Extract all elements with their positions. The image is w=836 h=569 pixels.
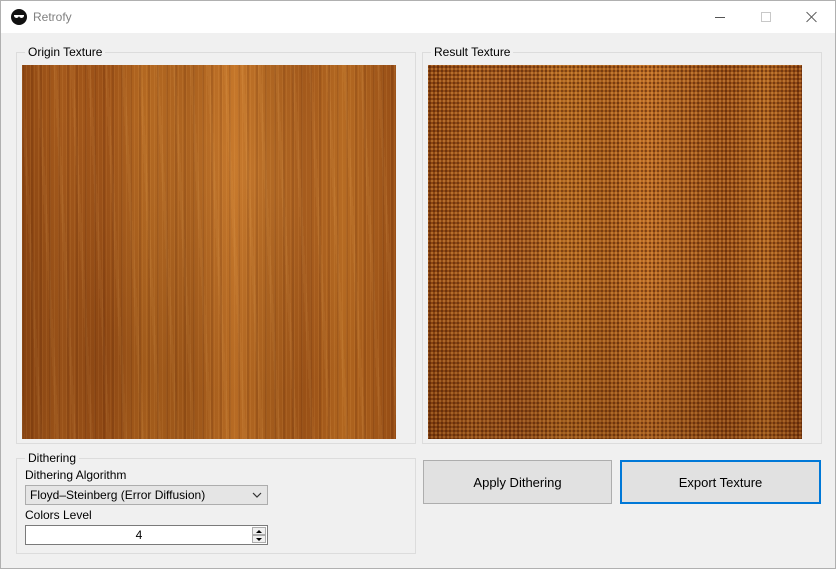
colors-level-label: Colors Level (25, 508, 92, 522)
arrow-up-icon (256, 529, 262, 533)
title-bar[interactable]: Retrofy (1, 1, 835, 33)
colors-level-spinbox[interactable]: 4 (25, 525, 268, 545)
dithering-algorithm-value: Floyd–Steinberg (Error Diffusion) (30, 488, 206, 502)
spin-down-button[interactable] (252, 535, 266, 543)
origin-texture-legend: Origin Texture (25, 45, 106, 59)
maximize-button[interactable] (743, 1, 789, 33)
dithering-group: Dithering Dithering Algorithm Floyd–Stei… (16, 451, 416, 554)
apply-dithering-button[interactable]: Apply Dithering (423, 460, 612, 504)
minimize-button[interactable] (697, 1, 743, 33)
result-texture-group: Result Texture (422, 45, 822, 444)
spin-up-button[interactable] (252, 527, 266, 535)
colors-level-value[interactable]: 4 (26, 528, 252, 542)
app-logo-icon (11, 9, 27, 25)
dithering-algorithm-label: Dithering Algorithm (25, 468, 127, 482)
result-texture-legend: Result Texture (431, 45, 514, 59)
export-texture-button[interactable]: Export Texture (620, 460, 821, 504)
origin-texture-group: Origin Texture (16, 45, 416, 444)
close-icon (806, 11, 818, 23)
arrow-down-icon (256, 537, 262, 541)
dithering-algorithm-select[interactable]: Floyd–Steinberg (Error Diffusion) (25, 485, 268, 505)
app-window: Retrofy Origin Texture Result Texture Di… (0, 0, 836, 569)
close-button[interactable] (789, 1, 835, 33)
window-title: Retrofy (33, 10, 72, 24)
minimize-icon (715, 16, 725, 18)
result-texture-image (428, 65, 802, 439)
dithering-legend: Dithering (25, 451, 80, 465)
origin-texture-image (22, 65, 396, 439)
chevron-down-icon (252, 492, 262, 498)
maximize-icon (761, 12, 771, 22)
